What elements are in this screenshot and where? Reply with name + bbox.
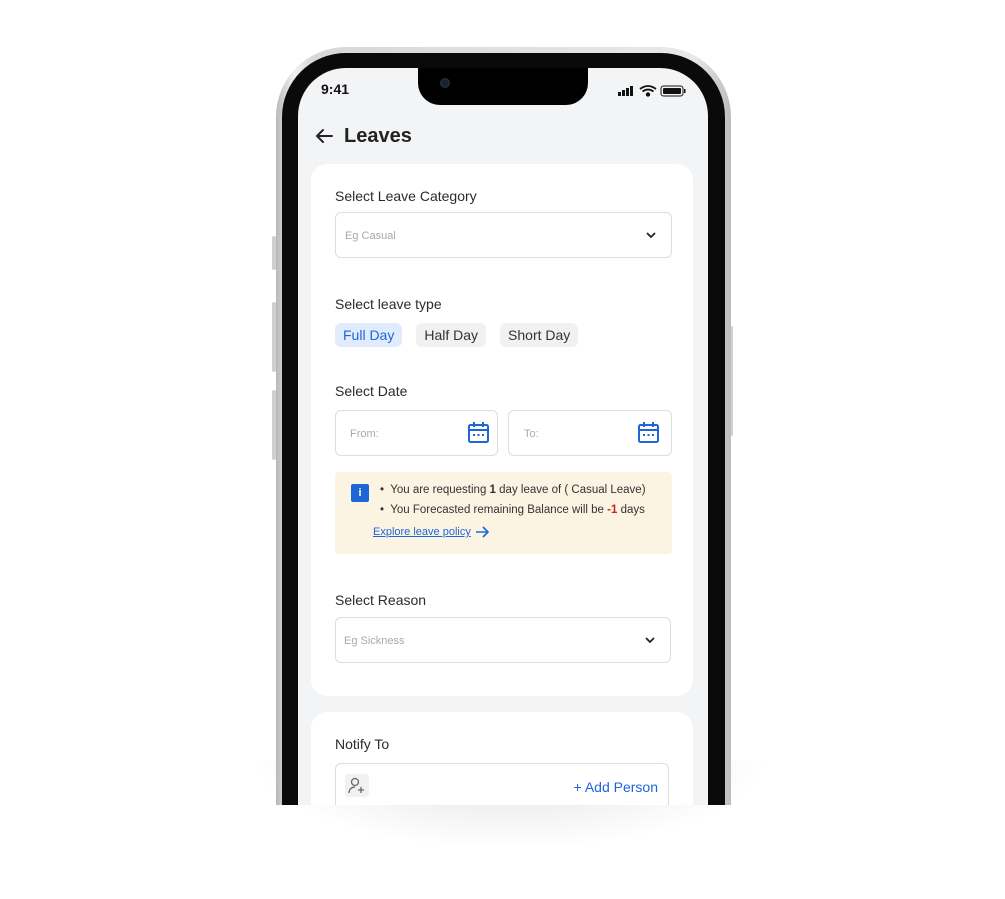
chip-short-day[interactable]: Short Day bbox=[500, 323, 579, 347]
phone-mockup: 9:41 Leaves Select Leave Category Eg Cas… bbox=[0, 0, 1005, 805]
leave-form-card: Select Leave Category Eg Casual Select l… bbox=[311, 164, 693, 696]
category-select[interactable]: Eg Casual bbox=[335, 212, 672, 258]
reason-placeholder: Eg Sickness bbox=[344, 635, 405, 647]
status-icons bbox=[618, 85, 686, 97]
notch bbox=[418, 68, 588, 105]
notice-line-1: • You are requesting 1 day leave of ( Ca… bbox=[380, 484, 646, 496]
explore-policy-link[interactable]: Explore leave policy bbox=[373, 526, 490, 538]
info-icon: i bbox=[351, 484, 369, 502]
calendar-icon[interactable] bbox=[638, 422, 659, 444]
arrow-right-icon bbox=[475, 526, 489, 538]
chip-full-day[interactable]: Full Day bbox=[335, 323, 403, 347]
calendar-icon[interactable] bbox=[468, 422, 489, 444]
add-person-button[interactable]: + Add Person bbox=[574, 779, 658, 795]
category-placeholder: Eg Casual bbox=[345, 230, 396, 242]
to-placeholder: To: bbox=[524, 428, 539, 440]
leave-type-chips: Full Day Half Day Short Day bbox=[335, 323, 579, 347]
notify-field[interactable]: + Add Person bbox=[335, 763, 669, 805]
from-date-field[interactable]: From: bbox=[335, 410, 498, 456]
to-date-field[interactable]: To: bbox=[508, 410, 672, 456]
notify-label: Notify To bbox=[335, 736, 390, 752]
chip-half-day[interactable]: Half Day bbox=[416, 323, 487, 347]
screen: 9:41 Leaves Select Leave Category Eg Cas… bbox=[298, 68, 708, 805]
reason-select[interactable]: Eg Sickness bbox=[335, 617, 671, 663]
explore-policy-text[interactable]: Explore leave policy bbox=[373, 526, 471, 538]
arrow-left-icon[interactable] bbox=[315, 128, 333, 144]
category-label: Select Leave Category bbox=[335, 188, 477, 204]
page-title: Leaves bbox=[344, 125, 412, 147]
add-person-icon bbox=[345, 774, 369, 797]
chevron-down-icon bbox=[646, 232, 656, 239]
camera bbox=[440, 78, 450, 88]
date-label: Select Date bbox=[335, 383, 408, 399]
leave-notice: i • You are requesting 1 day leave of ( … bbox=[335, 472, 672, 554]
wifi-icon bbox=[639, 85, 657, 97]
from-placeholder: From: bbox=[350, 428, 379, 440]
notice-line-2: • You Forecasted remaining Balance will … bbox=[380, 504, 645, 516]
chevron-down-icon bbox=[645, 637, 655, 644]
signal-icon bbox=[618, 86, 633, 96]
battery-icon bbox=[660, 85, 686, 97]
leave-type-label: Select leave type bbox=[335, 296, 442, 312]
notify-card: Notify To + Add Person bbox=[311, 712, 693, 805]
status-time: 9:41 bbox=[321, 81, 350, 97]
reason-label: Select Reason bbox=[335, 592, 427, 608]
